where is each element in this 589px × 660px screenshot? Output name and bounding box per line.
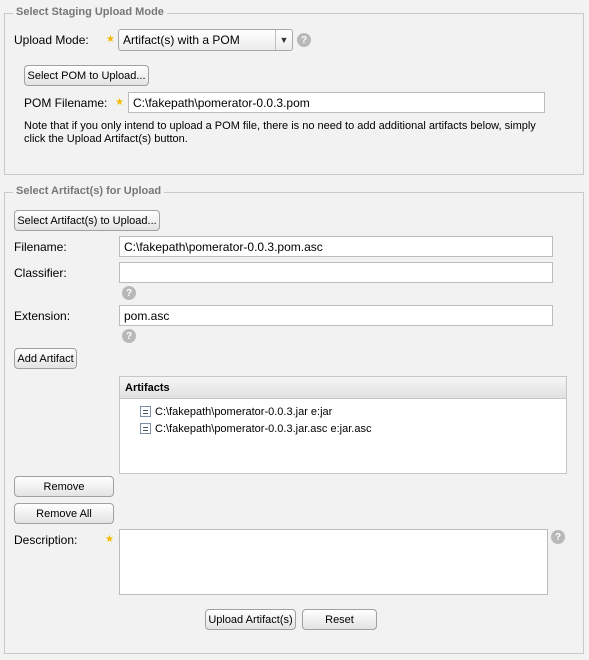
help-icon[interactable]: ? bbox=[122, 329, 136, 343]
filename-label: Filename: bbox=[14, 240, 67, 254]
file-icon bbox=[140, 423, 151, 434]
help-icon[interactable]: ? bbox=[122, 286, 136, 300]
remove-all-button[interactable]: Remove All bbox=[14, 503, 114, 524]
help-icon[interactable]: ? bbox=[551, 530, 565, 544]
required-star-icon: ★ bbox=[106, 34, 115, 45]
artifacts-legend: Select Artifact(s) for Upload bbox=[13, 185, 165, 197]
help-icon[interactable]: ? bbox=[297, 33, 311, 47]
upload-mode-label: Upload Mode: bbox=[14, 33, 89, 47]
artifact-entry: C:\fakepath\pomerator-0.0.3.jar.asc e:ja… bbox=[155, 422, 372, 435]
artifact-entry: C:\fakepath\pomerator-0.0.3.jar e:jar bbox=[155, 405, 333, 418]
list-item[interactable]: C:\fakepath\pomerator-0.0.3.jar e:jar bbox=[120, 403, 566, 420]
pom-note-line1: Note that if you only intend to upload a… bbox=[24, 120, 536, 132]
remove-button[interactable]: Remove bbox=[14, 476, 114, 497]
pom-note-line2: click the Upload Artifact(s) button. bbox=[24, 133, 188, 145]
list-item[interactable]: C:\fakepath\pomerator-0.0.3.jar.asc e:ja… bbox=[120, 420, 566, 437]
upload-artifacts-button[interactable]: Upload Artifact(s) bbox=[205, 609, 296, 630]
required-star-icon: ★ bbox=[105, 534, 114, 545]
classifier-field[interactable] bbox=[119, 262, 553, 283]
file-icon bbox=[140, 406, 151, 417]
required-star-icon: ★ bbox=[115, 97, 124, 108]
chevron-down-icon: ▼ bbox=[275, 30, 292, 50]
select-pom-button[interactable]: Select POM to Upload... bbox=[24, 65, 149, 86]
add-artifact-button[interactable]: Add Artifact bbox=[14, 348, 77, 369]
classifier-label: Classifier: bbox=[14, 266, 67, 280]
extension-field[interactable]: pom.asc bbox=[119, 305, 553, 326]
filename-field[interactable]: C:\fakepath\pomerator-0.0.3.pom.asc bbox=[119, 236, 553, 257]
upload-mode-value: Artifact(s) with a POM bbox=[123, 33, 240, 47]
staging-mode-legend: Select Staging Upload Mode bbox=[13, 6, 167, 18]
artifacts-grid-header: Artifacts bbox=[120, 377, 566, 399]
description-field[interactable] bbox=[119, 529, 548, 595]
upload-mode-select[interactable]: Artifact(s) with a POM ▼ bbox=[118, 29, 293, 51]
extension-label: Extension: bbox=[14, 309, 71, 323]
description-label: Description: bbox=[14, 533, 78, 547]
reset-button[interactable]: Reset bbox=[302, 609, 377, 630]
pom-filename-field[interactable]: C:\fakepath\pomerator-0.0.3.pom bbox=[128, 92, 545, 113]
artifacts-grid[interactable]: Artifacts C:\fakepath\pomerator-0.0.3.ja… bbox=[119, 376, 567, 474]
select-artifacts-button[interactable]: Select Artifact(s) to Upload... bbox=[14, 210, 160, 231]
pom-filename-label: POM Filename: bbox=[24, 96, 108, 110]
